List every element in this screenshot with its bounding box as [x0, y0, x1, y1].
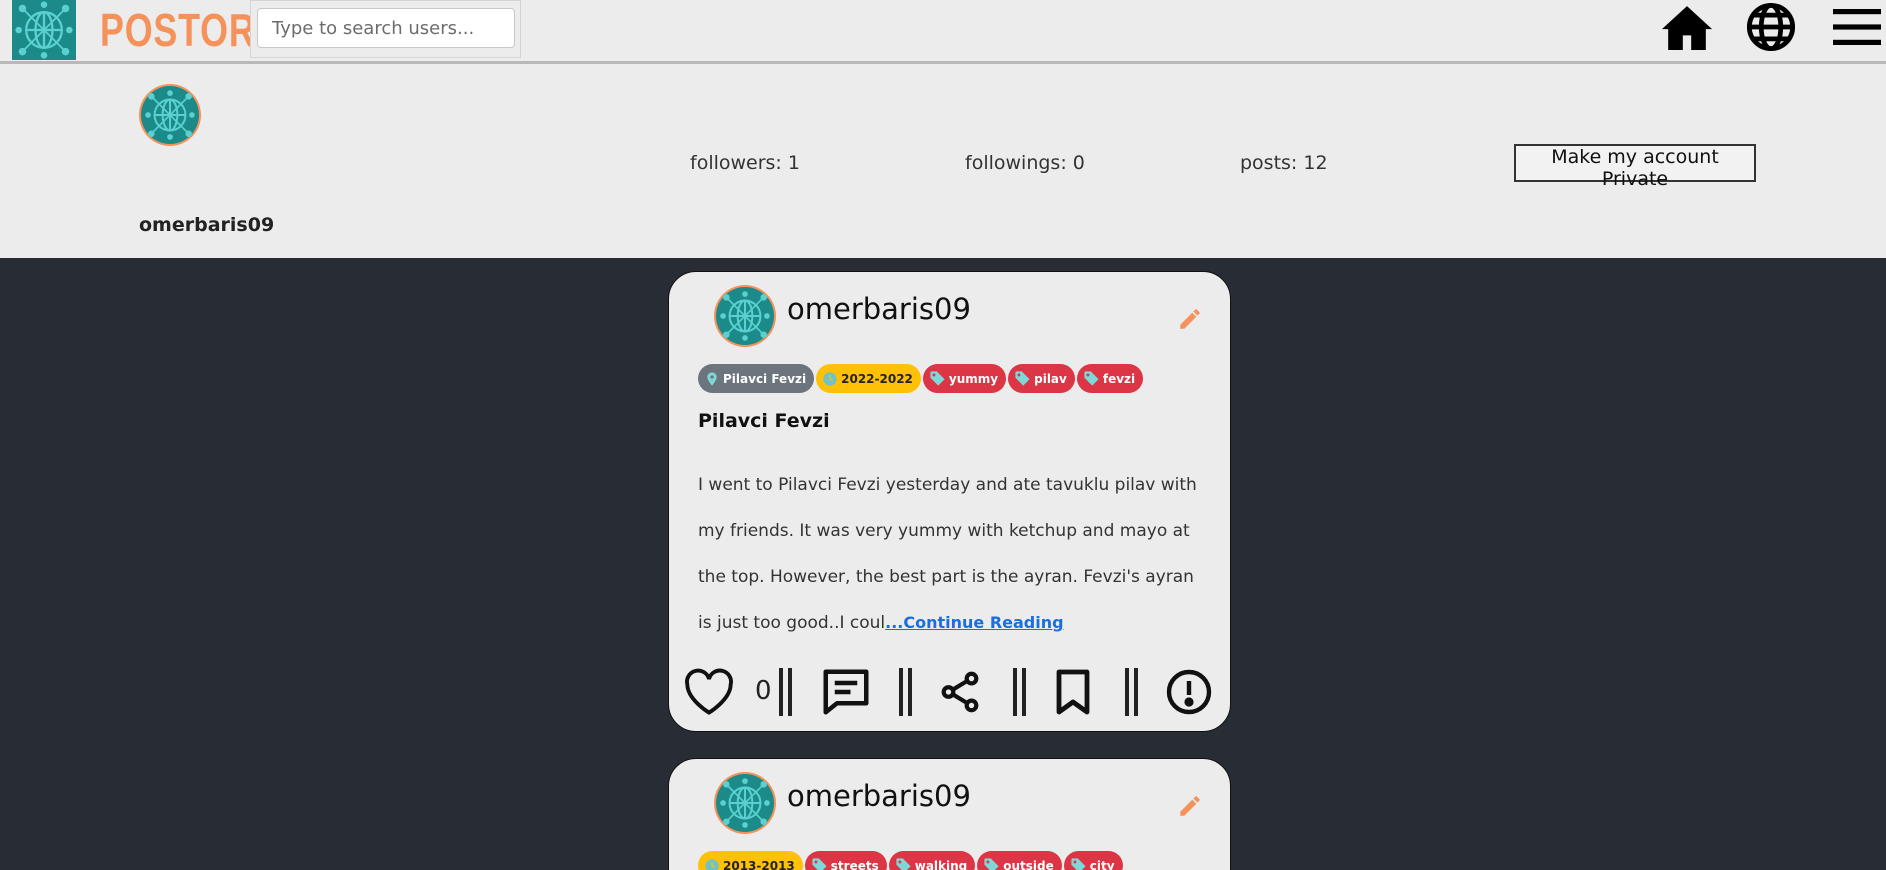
- post-actions: 0: [683, 662, 1223, 722]
- make-private-button[interactable]: Make my account Private: [1514, 144, 1756, 190]
- bookmark-icon[interactable]: [1053, 662, 1093, 722]
- search-input[interactable]: [257, 8, 515, 48]
- label-tag[interactable]: walking: [888, 851, 976, 870]
- home-icon[interactable]: [1658, 0, 1716, 54]
- date-tag[interactable]: 2013-2013: [698, 851, 803, 870]
- separator: [899, 668, 913, 716]
- separator: [779, 668, 793, 716]
- share-icon[interactable]: [937, 662, 983, 722]
- logo-icon[interactable]: [12, 0, 76, 60]
- edit-icon[interactable]: [1177, 306, 1203, 332]
- label-tag[interactable]: city: [1063, 851, 1123, 870]
- post-card: omerbaris09 2013-2013 streets walking ou…: [668, 758, 1231, 870]
- tag-icon: [811, 857, 828, 870]
- heart-icon[interactable]: [683, 662, 735, 722]
- tag-icon: [929, 370, 946, 387]
- clock-icon: [704, 858, 720, 870]
- location-tag[interactable]: Pilavci Fevzi: [698, 364, 815, 393]
- followings-count[interactable]: followings: 0: [965, 152, 1085, 174]
- tag-icon: [983, 857, 1000, 870]
- continue-reading-link[interactable]: ...Continue Reading: [885, 613, 1063, 632]
- post-avatar[interactable]: [713, 771, 777, 835]
- tag-icon: [895, 857, 912, 870]
- comment-icon[interactable]: [819, 662, 873, 722]
- navbar: POSTORY: [0, 0, 1886, 64]
- label-tag[interactable]: outside: [977, 851, 1062, 870]
- tag-icon: [1014, 370, 1031, 387]
- edit-icon[interactable]: [1177, 793, 1203, 819]
- location-icon: [704, 371, 720, 387]
- report-icon[interactable]: [1165, 662, 1213, 722]
- followers-count[interactable]: followers: 1: [690, 152, 800, 174]
- post-title: Pilavci Fevzi: [698, 410, 830, 432]
- post-tags: 2013-2013 streets walking outside city: [698, 851, 1123, 870]
- post-avatar[interactable]: [713, 284, 777, 348]
- tag-icon: [1083, 370, 1100, 387]
- separator: [1013, 668, 1027, 716]
- clock-icon: [822, 371, 838, 387]
- menu-icon[interactable]: [1830, 0, 1884, 54]
- post-body-text: I went to Pilavci Fevzi yesterday and at…: [698, 475, 1197, 633]
- post-body: I went to Pilavci Fevzi yesterday and at…: [698, 462, 1198, 646]
- label-tag[interactable]: fevzi: [1076, 364, 1144, 393]
- tag-icon: [1070, 857, 1087, 870]
- post-tags: Pilavci Fevzi 2022-2022 yummy pilav fevz…: [698, 364, 1144, 393]
- separator: [1125, 668, 1139, 716]
- post-card: omerbaris09 Pilavci Fevzi 2022-2022 yumm…: [668, 271, 1231, 732]
- label-tag[interactable]: streets: [804, 851, 887, 870]
- profile-avatar[interactable]: [138, 83, 202, 147]
- label-tag[interactable]: pilav: [1008, 364, 1075, 393]
- post-username[interactable]: omerbaris09: [787, 292, 971, 326]
- posts-count: posts: 12: [1240, 152, 1328, 174]
- profile-username: omerbaris09: [139, 214, 275, 236]
- like-count: 0: [755, 676, 772, 706]
- globe-icon[interactable]: [1742, 0, 1800, 54]
- date-tag[interactable]: 2022-2022: [816, 364, 921, 393]
- search-container: [250, 0, 521, 58]
- post-username[interactable]: omerbaris09: [787, 779, 971, 813]
- label-tag[interactable]: yummy: [922, 364, 1007, 393]
